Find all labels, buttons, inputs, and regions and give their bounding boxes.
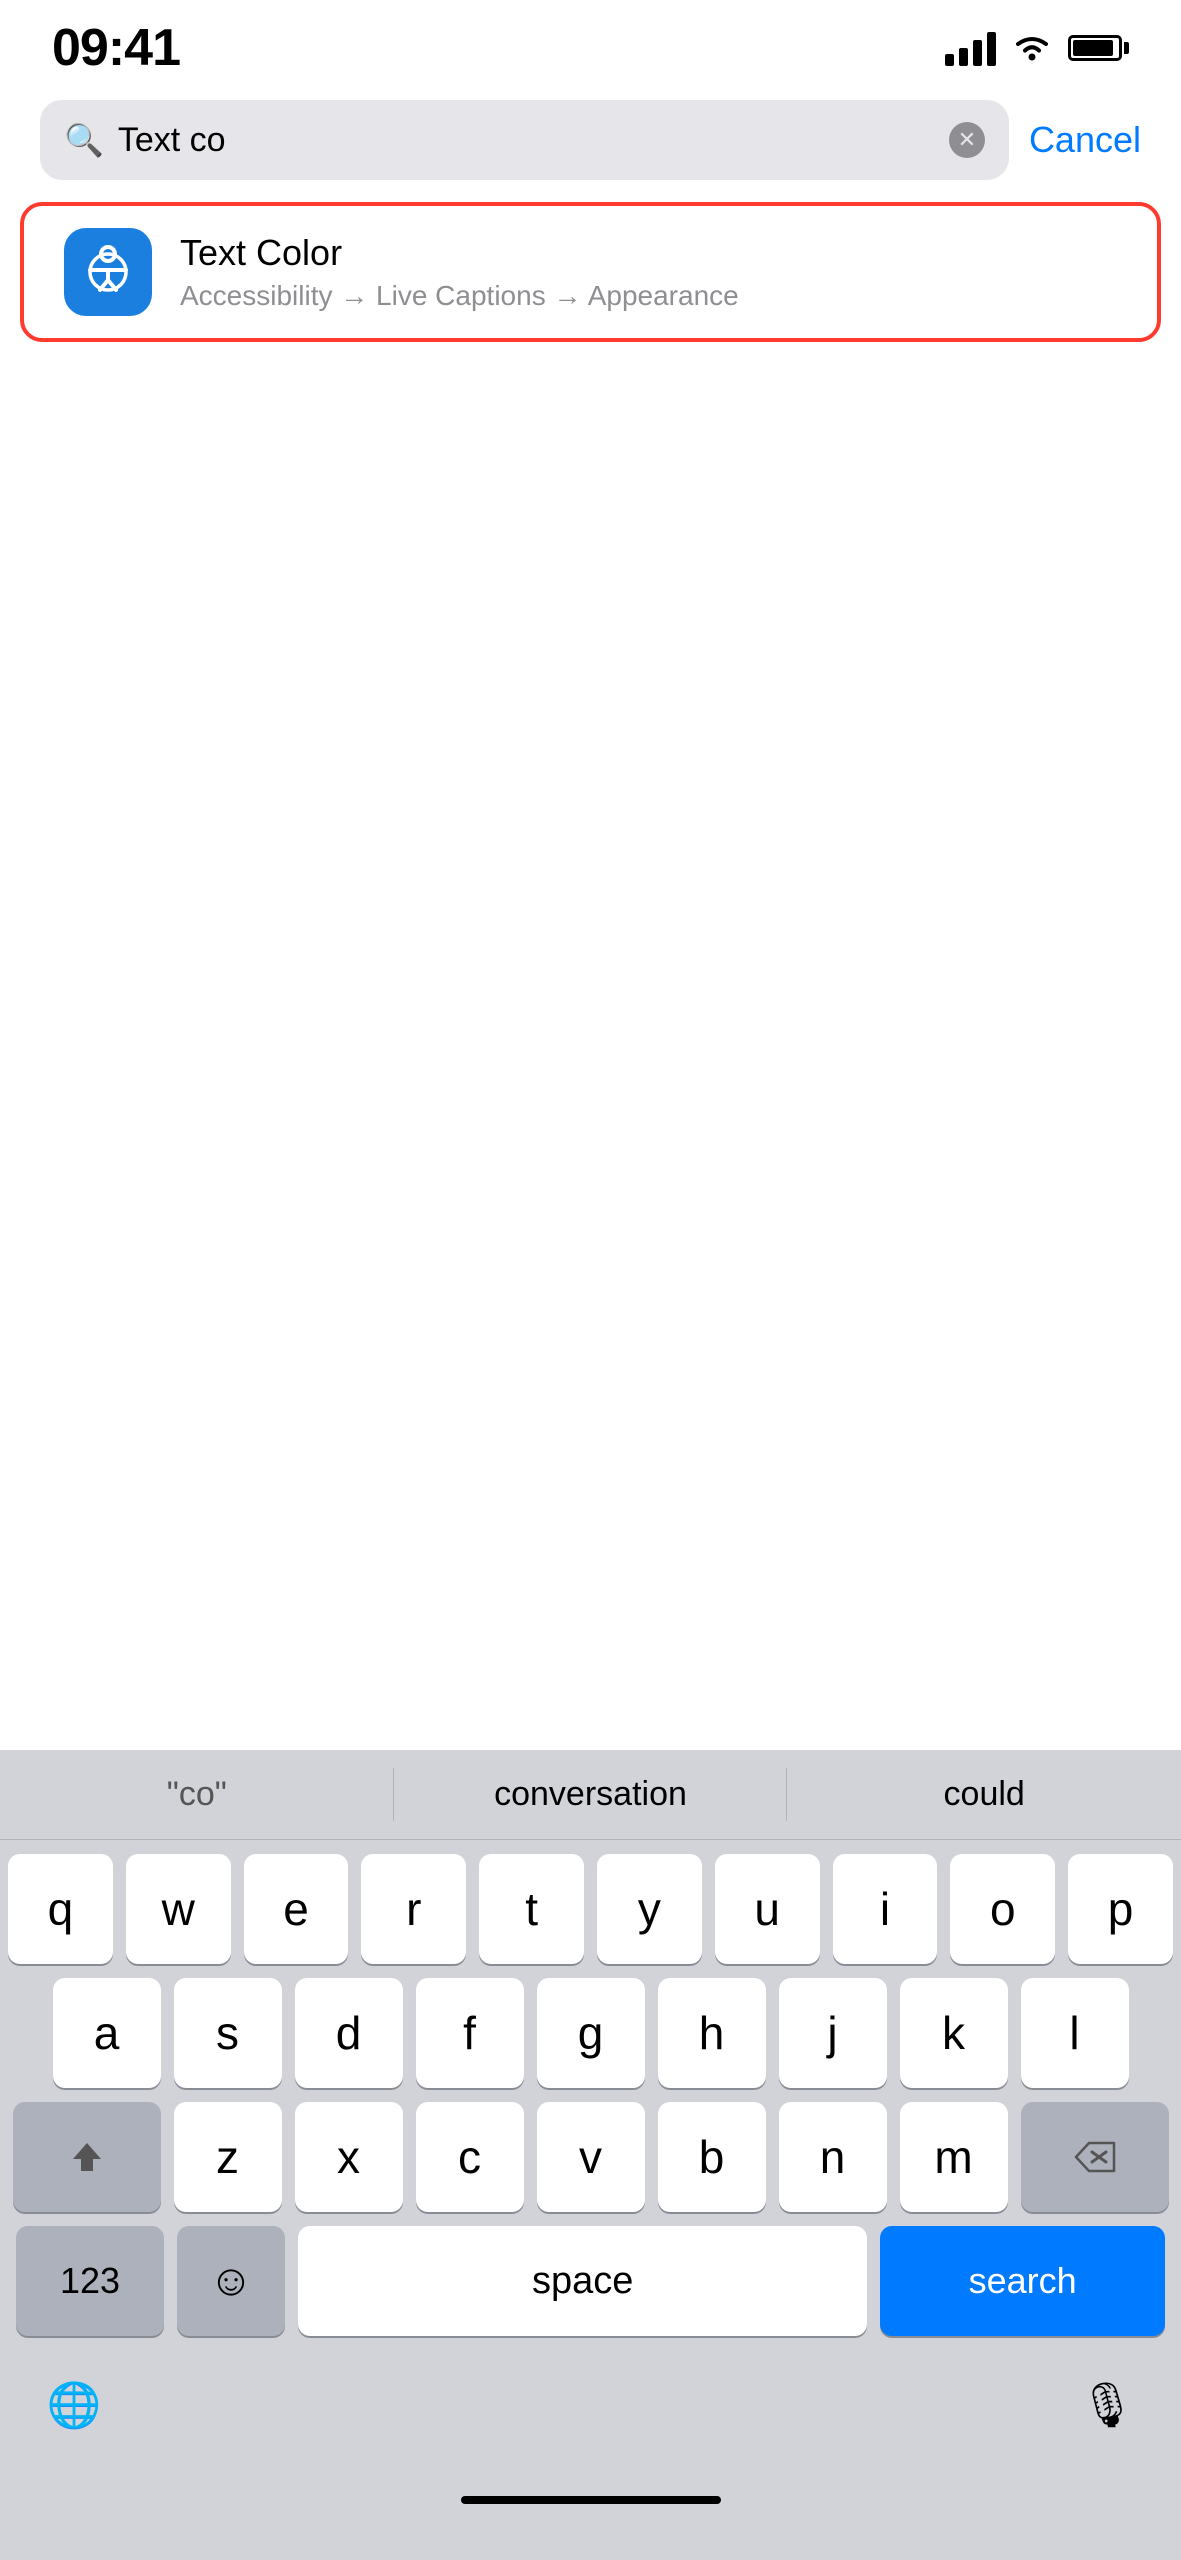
key-rows: q w e r t y u i o p a s d f g h j k l (0, 1840, 1181, 2336)
search-container: 🔍 ✕ Cancel (0, 88, 1181, 192)
emoji-key[interactable]: ☺ (177, 2226, 285, 2336)
autocorrect-item-2[interactable]: could (787, 1750, 1181, 1839)
key-z[interactable]: z (174, 2102, 282, 2212)
key-i[interactable]: i (833, 1854, 938, 1964)
key-y[interactable]: y (597, 1854, 702, 1964)
key-row-3: z x c v b n m (8, 2102, 1173, 2212)
key-c[interactable]: c (416, 2102, 524, 2212)
result-icon-accessibility (64, 228, 152, 316)
key-t[interactable]: t (479, 1854, 584, 1964)
key-j[interactable]: j (779, 1978, 887, 2088)
keyboard: "co" conversation could q w e r t y u i … (0, 1750, 1181, 2560)
key-row-1: q w e r t y u i o p (8, 1854, 1173, 1964)
key-q[interactable]: q (8, 1854, 113, 1964)
result-title: Text Color (180, 232, 1117, 274)
home-indicator (0, 2470, 1181, 2530)
numbers-key[interactable]: 123 (16, 2226, 164, 2336)
signal-icon (945, 30, 996, 66)
key-v[interactable]: v (537, 2102, 645, 2212)
globe-key[interactable]: 🌐 (20, 2350, 128, 2460)
key-k[interactable]: k (900, 1978, 1008, 2088)
key-r[interactable]: r (361, 1854, 466, 1964)
key-m[interactable]: m (900, 2102, 1008, 2212)
autocorrect-item-1[interactable]: conversation (394, 1750, 788, 1839)
search-bar: 🔍 ✕ (40, 100, 1009, 180)
status-icons (945, 30, 1129, 66)
key-u[interactable]: u (715, 1854, 820, 1964)
search-icon: 🔍 (64, 124, 104, 156)
content-area (0, 352, 1181, 1572)
key-a[interactable]: a (53, 1978, 161, 2088)
result-breadcrumb: Accessibility → Live Captions → Appearan… (180, 280, 1117, 312)
key-row-4: 123 ☺ space search (8, 2226, 1173, 2336)
wifi-icon (1012, 33, 1052, 63)
key-e[interactable]: e (244, 1854, 349, 1964)
key-h[interactable]: h (658, 1978, 766, 2088)
cancel-button[interactable]: Cancel (1029, 119, 1141, 161)
autocorrect-bar: "co" conversation could (0, 1750, 1181, 1840)
status-time: 09:41 (52, 18, 180, 78)
globe-mic-row: 🌐 🎙 (0, 2336, 1181, 2460)
key-x[interactable]: x (295, 2102, 403, 2212)
results-list: Text Color Accessibility → Live Captions… (0, 202, 1181, 342)
mic-key[interactable]: 🎙 (1053, 2350, 1161, 2460)
result-text-group: Text Color Accessibility → Live Captions… (180, 232, 1117, 312)
key-b[interactable]: b (658, 2102, 766, 2212)
battery-icon (1068, 35, 1129, 61)
key-w[interactable]: w (126, 1854, 231, 1964)
home-bar (461, 2496, 721, 2504)
status-bar: 09:41 (0, 0, 1181, 88)
search-clear-button[interactable]: ✕ (949, 122, 985, 158)
autocorrect-item-0[interactable]: "co" (0, 1750, 394, 1839)
key-d[interactable]: d (295, 1978, 403, 2088)
search-key[interactable]: search (880, 2226, 1165, 2336)
key-o[interactable]: o (950, 1854, 1055, 1964)
key-g[interactable]: g (537, 1978, 645, 2088)
space-key[interactable]: space (298, 2226, 867, 2336)
key-p[interactable]: p (1068, 1854, 1173, 1964)
key-n[interactable]: n (779, 2102, 887, 2212)
key-row-2: a s d f g h j k l (8, 1978, 1173, 2088)
shift-key[interactable] (13, 2102, 161, 2212)
search-input[interactable] (118, 121, 935, 160)
backspace-key[interactable] (1021, 2102, 1169, 2212)
key-f[interactable]: f (416, 1978, 524, 2088)
key-l[interactable]: l (1021, 1978, 1129, 2088)
key-s[interactable]: s (174, 1978, 282, 2088)
result-item-text-color[interactable]: Text Color Accessibility → Live Captions… (20, 202, 1161, 342)
